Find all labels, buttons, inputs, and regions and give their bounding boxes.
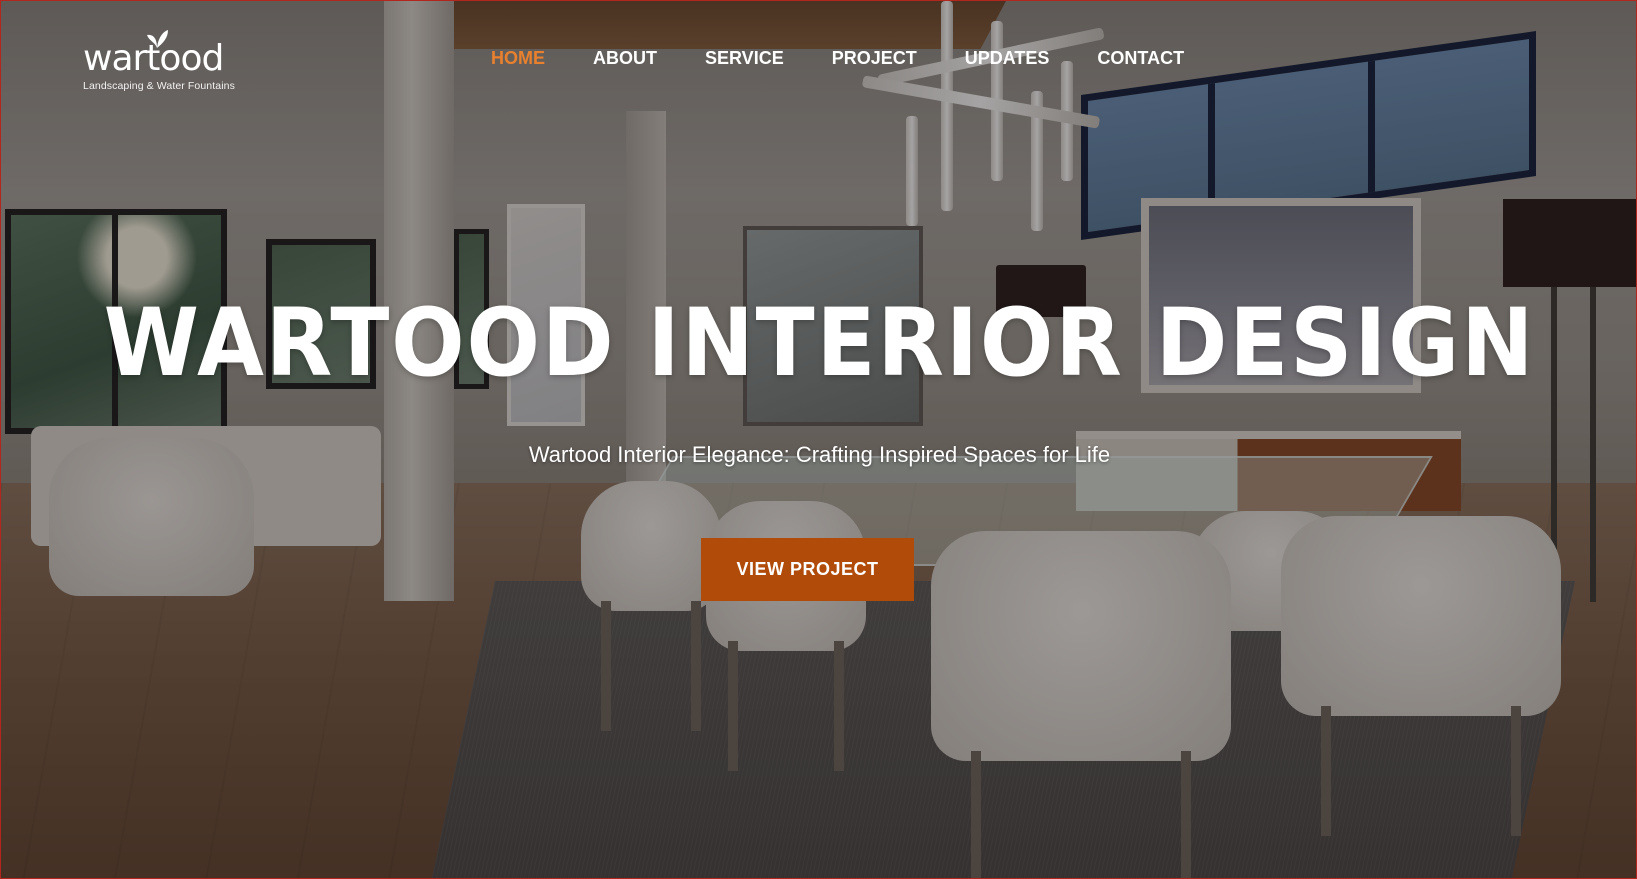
- page: wartood Landscaping & Water Fountains HO…: [0, 0, 1637, 879]
- hero-background-image: [1, 1, 1636, 878]
- logo-tagline: Landscaping & Water Fountains: [83, 80, 235, 92]
- nav-item-project[interactable]: PROJECT: [832, 48, 917, 69]
- nav-item-about[interactable]: ABOUT: [593, 48, 657, 69]
- hero-title: WARTOOD INTERIOR DESIGN: [103, 289, 1536, 398]
- nav-item-contact[interactable]: CONTACT: [1097, 48, 1184, 69]
- nav-item-home[interactable]: HOME: [491, 48, 545, 69]
- nav-item-service[interactable]: SERVICE: [705, 48, 784, 69]
- dark-overlay: [1, 1, 1636, 878]
- main-navigation: HOME ABOUT SERVICE PROJECT UPDATES CONTA…: [491, 48, 1232, 69]
- brand-logo[interactable]: wartood Landscaping & Water Fountains: [83, 23, 235, 93]
- leaf-icon: [147, 30, 168, 48]
- hero-subtitle: Wartood Interior Elegance: Crafting Insp…: [528, 442, 1111, 467]
- nav-item-updates[interactable]: UPDATES: [965, 48, 1050, 69]
- view-project-button[interactable]: VIEW PROJECT: [701, 538, 914, 601]
